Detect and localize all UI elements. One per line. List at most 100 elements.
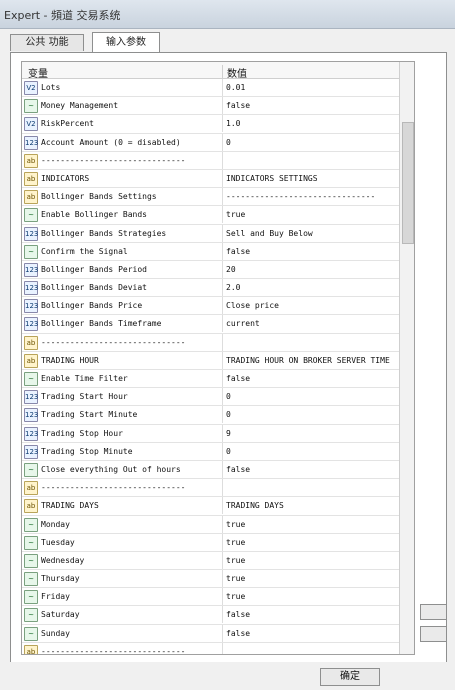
param-row[interactable]: 123 Account Amount (0 = disabled) 0 bbox=[22, 133, 414, 152]
ok-button[interactable]: 确定 bbox=[320, 668, 380, 686]
param-name: Bollinger Bands Timeframe bbox=[41, 319, 162, 329]
param-row[interactable]: ab TRADING DAYS TRADING DAYS bbox=[22, 497, 414, 516]
param-value[interactable]: false bbox=[226, 465, 250, 474]
param-row[interactable]: V2 Lots 0.01 bbox=[22, 79, 414, 98]
param-row[interactable]: ab INDICATORS INDICATORS SETTINGS bbox=[22, 169, 414, 189]
param-row[interactable]: ~ Confirm the Signal false bbox=[22, 242, 414, 261]
param-value[interactable]: false bbox=[226, 101, 250, 110]
param-name: ------------------------------ bbox=[41, 337, 186, 347]
param-row[interactable]: ~ Enable Time Filter false bbox=[22, 370, 414, 389]
side-button-1[interactable] bbox=[420, 604, 447, 620]
bottom-bar: 确定 bbox=[0, 662, 455, 690]
scroll-thumb[interactable] bbox=[402, 122, 414, 244]
param-row[interactable]: ab ------------------------------ bbox=[22, 333, 414, 352]
param-value[interactable]: 1.0 bbox=[226, 119, 240, 128]
param-row[interactable]: ~ Monday true bbox=[22, 515, 414, 534]
param-value[interactable]: false bbox=[226, 374, 250, 383]
bool-type-icon: ~ bbox=[24, 608, 38, 623]
column-separator bbox=[222, 497, 223, 515]
param-row[interactable]: ~ Money Management false bbox=[22, 97, 414, 116]
param-row[interactable]: ~ Saturday false bbox=[22, 606, 414, 625]
param-row[interactable]: ~ Enable Bollinger Bands true bbox=[22, 206, 414, 225]
param-value[interactable]: 0 bbox=[226, 138, 231, 147]
string-type-icon: ab bbox=[24, 644, 38, 654]
bool-type-icon: ~ bbox=[24, 99, 38, 114]
param-value[interactable]: 20 bbox=[226, 265, 236, 274]
column-separator bbox=[222, 115, 223, 133]
tab-inputs[interactable]: 输入参数 bbox=[92, 32, 160, 52]
param-value[interactable]: true bbox=[226, 592, 245, 601]
param-value[interactable]: false bbox=[226, 247, 250, 256]
param-row[interactable]: 123 Trading Start Minute 0 bbox=[22, 406, 414, 425]
param-row[interactable]: ab ------------------------------ bbox=[22, 642, 414, 655]
param-value[interactable]: false bbox=[226, 629, 250, 638]
param-row[interactable]: 123 Bollinger Bands Deviat 2.0 bbox=[22, 279, 414, 298]
param-value[interactable]: 0 bbox=[226, 392, 231, 401]
param-name: Trading Stop Minute bbox=[41, 446, 133, 456]
param-value[interactable]: Close price bbox=[226, 301, 279, 310]
param-value[interactable]: false bbox=[226, 610, 250, 619]
param-row[interactable]: 123 Bollinger Bands Period 20 bbox=[22, 260, 414, 280]
param-name: Thursday bbox=[41, 574, 80, 584]
column-separator bbox=[222, 642, 223, 654]
param-name: Enable Bollinger Bands bbox=[41, 210, 147, 220]
param-value[interactable]: 0 bbox=[226, 447, 231, 456]
column-separator bbox=[222, 333, 223, 351]
param-value[interactable]: true bbox=[226, 520, 245, 529]
column-separator bbox=[222, 224, 223, 242]
param-row[interactable]: ~ Wednesday true bbox=[22, 551, 414, 571]
param-value[interactable]: true bbox=[226, 556, 245, 565]
column-separator bbox=[222, 515, 223, 533]
param-value[interactable]: TRADING HOUR ON BROKER SERVER TIME bbox=[226, 356, 390, 365]
string-type-icon: ab bbox=[24, 171, 38, 186]
param-row[interactable]: V2 RiskPercent 1.0 bbox=[22, 115, 414, 134]
column-header-value[interactable]: 数值 bbox=[222, 65, 247, 80]
column-separator bbox=[222, 351, 223, 369]
param-name: Bollinger Bands Price bbox=[41, 301, 143, 311]
vertical-scrollbar[interactable] bbox=[399, 62, 414, 654]
param-row[interactable]: 123 Trading Stop Hour 9 bbox=[22, 424, 414, 443]
side-button-2[interactable] bbox=[420, 626, 447, 642]
param-name: Sunday bbox=[41, 628, 70, 638]
param-row[interactable]: ab Bollinger Bands Settings --------------… bbox=[22, 188, 414, 207]
param-value[interactable]: 9 bbox=[226, 429, 231, 438]
param-row[interactable]: ~ Sunday false bbox=[22, 624, 414, 643]
param-value[interactable]: TRADING DAYS bbox=[226, 501, 284, 510]
column-separator bbox=[222, 315, 223, 333]
param-name: ------------------------------ bbox=[41, 646, 186, 655]
param-row[interactable]: 123 Trading Stop Minute 0 bbox=[22, 442, 414, 461]
column-separator bbox=[222, 97, 223, 115]
param-row[interactable]: ~ Close everything Out of hours false bbox=[22, 460, 414, 480]
param-name: RiskPercent bbox=[41, 119, 94, 129]
param-value[interactable]: true bbox=[226, 210, 245, 219]
param-value[interactable]: true bbox=[226, 574, 245, 583]
param-value[interactable]: 0.01 bbox=[226, 83, 245, 92]
param-name: Bollinger Bands Period bbox=[41, 264, 147, 274]
param-value[interactable]: 2.0 bbox=[226, 283, 240, 292]
param-row[interactable]: 123 Trading Start Hour 0 bbox=[22, 388, 414, 407]
column-separator bbox=[222, 242, 223, 260]
param-row[interactable]: 123 Bollinger Bands Timeframe current bbox=[22, 315, 414, 334]
tab-common[interactable]: 公共 功能 bbox=[10, 34, 84, 51]
param-row[interactable]: ~ Tuesday true bbox=[22, 533, 414, 552]
param-row[interactable]: ab ------------------------------ bbox=[22, 151, 414, 170]
string-type-icon: ab bbox=[24, 499, 38, 514]
param-name: Trading Start Hour bbox=[41, 392, 128, 402]
param-row[interactable]: ~ Friday true bbox=[22, 588, 414, 607]
param-name: ------------------------------ bbox=[41, 155, 186, 165]
param-row[interactable]: ab ------------------------------ bbox=[22, 479, 414, 498]
column-separator bbox=[222, 370, 223, 387]
param-value[interactable]: INDICATORS SETTINGS bbox=[226, 174, 318, 183]
param-value[interactable]: current bbox=[226, 319, 260, 328]
param-name: Saturday bbox=[41, 610, 80, 620]
param-row[interactable]: ~ Thursday true bbox=[22, 570, 414, 589]
param-value[interactable]: Sell and Buy Below bbox=[226, 229, 313, 238]
param-value[interactable]: true bbox=[226, 538, 245, 547]
param-value[interactable]: 0 bbox=[226, 410, 231, 419]
string-type-icon: ab bbox=[24, 153, 38, 168]
param-row[interactable]: 123 Bollinger Bands Price Close price bbox=[22, 297, 414, 316]
param-value[interactable]: ------------------------------- bbox=[226, 192, 375, 201]
param-row[interactable]: 123 Bollinger Bands Strategies Sell and Bu… bbox=[22, 224, 414, 243]
param-row[interactable]: ab TRADING HOUR TRADING HOUR ON BROKER SER… bbox=[22, 351, 414, 370]
column-header-variable[interactable]: 变量 bbox=[28, 65, 48, 80]
